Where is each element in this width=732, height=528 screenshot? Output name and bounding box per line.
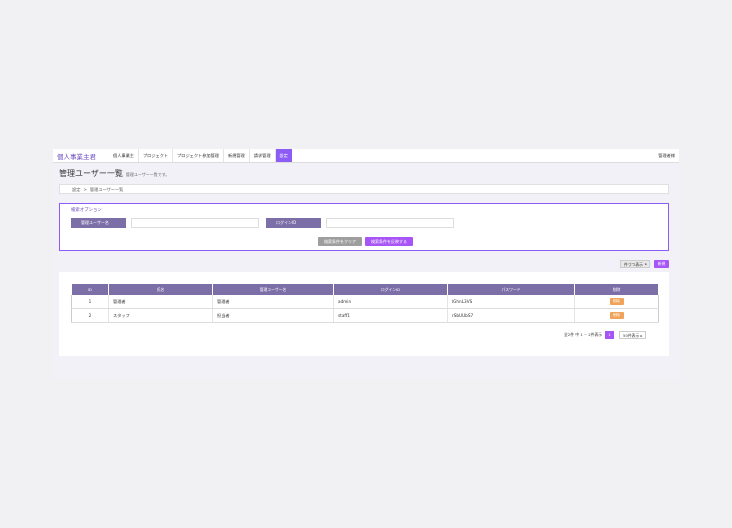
column-header-id: ID	[71, 284, 109, 295]
table-row[interactable]: 1 管理者 管理者 admin lGhnL3VS 削除	[71, 295, 659, 309]
column-header-delete: 削除	[574, 284, 659, 295]
page-subtitle: 管理ユーザー一覧です。	[125, 172, 170, 177]
cell-delete: 削除	[574, 295, 659, 309]
cell-login-id: admin	[333, 295, 448, 309]
breadcrumb-separator: >	[83, 187, 87, 192]
cell-admin-name: 担当者	[212, 308, 334, 323]
login-id-input[interactable]	[326, 218, 454, 228]
breadcrumb-item-settings[interactable]: 設定	[72, 187, 80, 192]
nav-item-projects[interactable]: プロジェクト	[139, 149, 174, 162]
admin-users-table: ID 氏名 管理ユーザー名 ログインID パスワード 削除 1 管理者 管理者 …	[71, 284, 659, 323]
table-row[interactable]: 2 スタッフ 担当者 staff1 rSbUUbS7 削除	[71, 308, 659, 323]
cell-name[interactable]: スタッフ	[108, 308, 213, 323]
cell-password: lGhnL3VS	[447, 295, 575, 309]
app-window: 個人事業主君 個人事業主 プロジェクト プロジェクト参加管理 新規管理 請求管理…	[53, 149, 679, 378]
nav-item-new-management[interactable]: 新規管理	[224, 149, 250, 162]
chevron-right-icon: ▸	[645, 262, 647, 266]
new-button[interactable]: 新規	[654, 260, 669, 268]
per-page-label: 50件表示	[623, 333, 640, 338]
clear-search-button[interactable]: 検索条件をクリア	[318, 237, 362, 246]
nav-item-settings[interactable]: 設定	[275, 149, 292, 162]
search-options-title: 検索オプション	[71, 208, 102, 213]
top-nav-bar: 個人事業主君 個人事業主 プロジェクト プロジェクト参加管理 新規管理 請求管理…	[53, 149, 679, 163]
breadcrumb: 設定 > 管理ユーザー一覧	[59, 184, 669, 194]
nav-item-project-participation[interactable]: プロジェクト参加管理	[173, 149, 224, 162]
nav-item-billing[interactable]: 請求管理	[250, 149, 276, 162]
delete-button[interactable]: 削除	[609, 298, 624, 305]
per-page-select[interactable]: 50件表示 ▸	[619, 331, 647, 339]
table-header-row: ID 氏名 管理ユーザー名 ログインID パスワード 削除	[71, 284, 659, 295]
pagination-summary: 全2件 中 1 ~ 2件表示	[564, 332, 603, 337]
column-header-password: パスワード	[447, 284, 575, 295]
display-count-select[interactable]: 件づつ表示 ▸	[620, 260, 650, 268]
cell-login-id: staff1	[333, 308, 448, 323]
cell-delete: 削除	[574, 308, 659, 323]
page-number-current[interactable]: 1	[605, 331, 615, 339]
cell-admin-name: 管理者	[212, 295, 334, 309]
brand-logo[interactable]: 個人事業主君	[57, 151, 96, 161]
user-menu[interactable]: 管理者様	[658, 149, 675, 162]
page-title: 管理ユーザー一覧 管理ユーザー一覧です。	[59, 168, 169, 179]
cell-id: 2	[71, 308, 109, 323]
search-options-panel: 検索オプション 管理ユーザー名 ログインID 検索条件をクリア 検索条件を反映す…	[59, 203, 669, 251]
cell-password: rSbUUbS7	[447, 308, 575, 323]
column-header-name: 氏名	[108, 284, 213, 295]
display-count-label: 件づつ表示	[624, 262, 643, 267]
breadcrumb-item-current: 管理ユーザー一覧	[89, 187, 124, 192]
cell-id: 1	[71, 295, 109, 309]
user-list-panel: ID 氏名 管理ユーザー名 ログインID パスワード 削除 1 管理者 管理者 …	[59, 272, 669, 356]
admin-name-label: 管理ユーザー名	[71, 218, 126, 228]
chevron-right-icon: ▸	[640, 333, 643, 338]
apply-search-button[interactable]: 検索条件を反映する	[365, 237, 413, 246]
column-header-admin-name: 管理ユーザー名	[212, 284, 334, 295]
column-header-login-id: ログインID	[333, 284, 448, 295]
login-id-label: ログインID	[266, 218, 321, 228]
nav-item-freelancers[interactable]: 個人事業主	[109, 149, 139, 162]
page-title-text: 管理ユーザー一覧	[59, 169, 123, 178]
pagination: 全2件 中 1 ~ 2件表示 1 50件表示 ▸	[564, 331, 647, 339]
admin-name-input[interactable]	[131, 218, 259, 228]
delete-button[interactable]: 削除	[609, 312, 624, 319]
main-nav: 個人事業主 プロジェクト プロジェクト参加管理 新規管理 請求管理 設定	[109, 149, 292, 162]
cell-name[interactable]: 管理者	[108, 295, 213, 309]
